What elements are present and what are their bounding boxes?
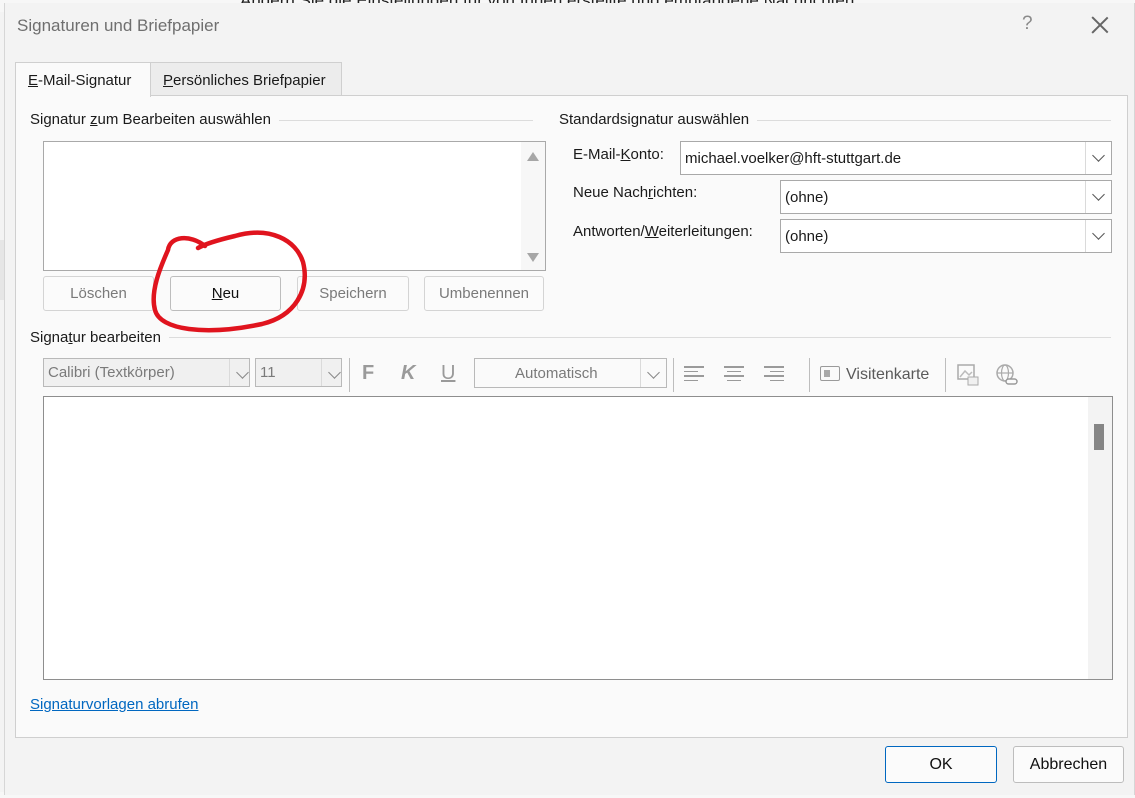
tab-email-signature[interactable]: E-Mail-Signatur [15,62,151,97]
red-circle-annotation [151,230,307,333]
